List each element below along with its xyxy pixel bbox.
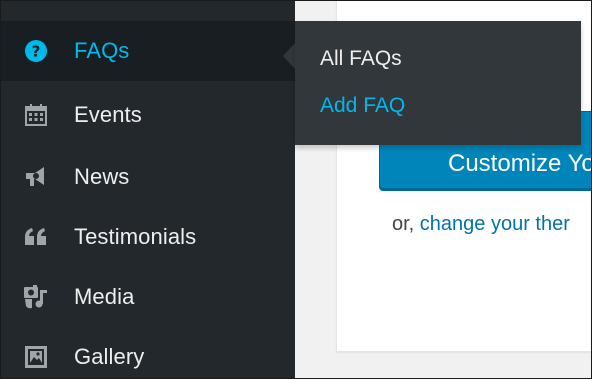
change-theme-line: or, change your ther [392,213,570,236]
sidebar-item-label: Gallery [74,344,145,369]
sidebar-item-faqs[interactable]: ? FAQs [1,21,295,81]
sidebar-item-gallery[interactable]: Gallery [1,327,295,378]
svg-text:?: ? [32,43,41,61]
megaphone-icon [23,164,49,190]
sidebar-item-label: FAQs [74,38,130,63]
calendar-icon [23,102,49,128]
faqs-submenu: All FAQs Add FAQ [295,21,581,145]
sidebar-item-label: News [74,164,130,189]
admin-window: Customize Yo or, change your ther ? FAQs [0,0,592,379]
sidebar-item-label: Testimonials [74,224,197,249]
sidebar-item-label: Events [74,102,142,127]
quote-icon [23,224,49,250]
flyout-arrow [283,43,295,69]
sidebar-item-testimonials[interactable]: Testimonials [1,207,295,267]
or-prefix: or, [392,213,420,235]
sidebar-item-news[interactable]: News [1,147,295,207]
sidebar-item-events[interactable]: Events [1,85,295,145]
sidebar-item-label: Media [74,284,135,309]
submenu-item-all-faqs[interactable]: All FAQs [320,47,402,71]
sidebar-item-media[interactable]: Media [1,267,295,327]
submenu-item-add-faq[interactable]: Add FAQ [320,94,405,118]
question-circle-icon: ? [23,38,49,64]
admin-sidebar: ? FAQs Events News Testimonials Media Ga… [1,1,295,378]
change-theme-link[interactable]: change your ther [420,213,570,235]
gallery-icon [23,344,49,370]
customize-button-label: Customize Yo [448,150,592,177]
media-icon [23,284,49,310]
